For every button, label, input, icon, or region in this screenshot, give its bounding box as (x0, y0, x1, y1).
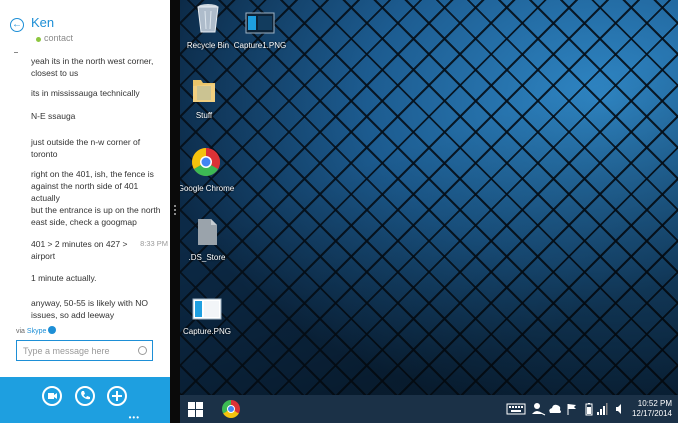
plus-icon (112, 391, 122, 401)
message-item: 1 minute actually. (31, 272, 166, 284)
message-text: its in mississauga technically (31, 88, 140, 98)
message-item: yeah its in the north west corner, close… (31, 55, 166, 79)
add-button[interactable] (107, 386, 127, 406)
video-camera-icon (48, 393, 57, 399)
message-text: N-E ssauga (31, 111, 76, 121)
voice-call-button[interactable] (75, 386, 95, 406)
back-arrow-icon[interactable]: ← (10, 18, 24, 32)
message-input[interactable] (17, 341, 133, 361)
clock-time: 10:52 PM (637, 399, 672, 408)
recycle-bin-icon (197, 4, 219, 33)
volume-icon[interactable] (614, 395, 624, 423)
skype-chat-panel: ← Ken contact yeah its in the north west… (0, 0, 170, 423)
via-service: via Skype (16, 326, 57, 335)
keyboard-icon[interactable] (506, 395, 526, 423)
message-item: N-E ssauga (31, 110, 166, 122)
chrome-icon (192, 148, 220, 176)
message-item: right on the 401, ish, the fence is agai… (31, 168, 166, 204)
message-text: but the entrance is up on the north east… (31, 205, 161, 227)
battery-icon[interactable] (584, 395, 594, 423)
message-item: 401 > 2 minutes on 427 > airport 8:33 PM (31, 238, 168, 262)
message-text: 1 minute actually. (31, 273, 97, 283)
via-label: via (16, 328, 25, 335)
skype-icon[interactable] (48, 326, 57, 334)
message-text: 401 > 2 minutes on 427 > airport (31, 239, 128, 261)
contact-status: contact (44, 33, 74, 43)
video-call-button[interactable] (42, 386, 62, 406)
flag-icon[interactable] (566, 395, 578, 423)
desktop-icon-label: Google Chrome (180, 184, 235, 193)
message-item: its in mississauga technically (31, 87, 166, 99)
message-input-box[interactable] (16, 340, 153, 361)
image-file-icon (192, 298, 222, 320)
clock[interactable]: 10:52 PM 12/17/2014 (632, 399, 672, 419)
signal-icon[interactable] (596, 395, 608, 423)
drag-handle-icon[interactable] (173, 205, 177, 219)
more-options-icon[interactable]: ••• (129, 413, 140, 422)
call-action-bar: ••• (0, 377, 170, 423)
dash-marker (14, 52, 18, 53)
chat-header: ← Ken contact (0, 0, 170, 50)
desktop-icon-capture[interactable]: Capture.PNG (180, 298, 239, 337)
online-status-icon (36, 37, 41, 42)
folder-icon (193, 80, 215, 102)
chrome-taskbar-icon[interactable] (222, 400, 240, 418)
desktop-icon-google-chrome[interactable]: Google Chrome (180, 147, 238, 194)
desktop-icon-capture1[interactable]: Capture1.PNG (228, 12, 292, 51)
via-service-name[interactable]: Skype (27, 328, 46, 335)
cloud-icon[interactable] (548, 395, 562, 423)
people-icon[interactable] (532, 395, 546, 423)
emoticon-icon[interactable] (138, 346, 147, 355)
wallpaper-shade (180, 0, 678, 395)
desktop-icon-ds-store[interactable]: .DS_Store (180, 218, 239, 263)
message-text: yeah its in the north west corner, close… (31, 56, 154, 78)
message-item: anyway, 50-55 is likely with NO issues, … (31, 297, 166, 321)
desktop-icon-stuff[interactable]: Stuff (180, 76, 236, 121)
desktop: Recycle Bin Capture1.PNG Stuff Google Ch… (180, 0, 678, 395)
windows-start-icon[interactable] (188, 402, 204, 417)
desktop-icon-label: Capture1.PNG (233, 41, 287, 50)
message-text: right on the 401, ish, the fence is agai… (31, 169, 154, 203)
contact-name[interactable]: Ken (31, 15, 54, 30)
phone-icon (81, 391, 90, 400)
desktop-icon-label: Capture.PNG (182, 327, 232, 336)
taskbar: 10:52 PM 12/17/2014 (180, 395, 678, 423)
message-item: just outside the n-w corner of toronto (31, 136, 166, 160)
message-item: but the entrance is up on the north east… (31, 204, 166, 228)
message-text: just outside the n-w corner of toronto (31, 137, 141, 159)
message-text: anyway, 50-55 is likely with NO issues, … (31, 298, 148, 320)
file-icon (198, 219, 217, 245)
desktop-icon-label: Stuff (195, 111, 213, 120)
desktop-icon-label: .DS_Store (188, 253, 226, 262)
clock-date: 12/17/2014 (631, 409, 672, 418)
message-timestamp: 8:33 PM (140, 239, 168, 248)
image-file-icon (245, 12, 275, 34)
